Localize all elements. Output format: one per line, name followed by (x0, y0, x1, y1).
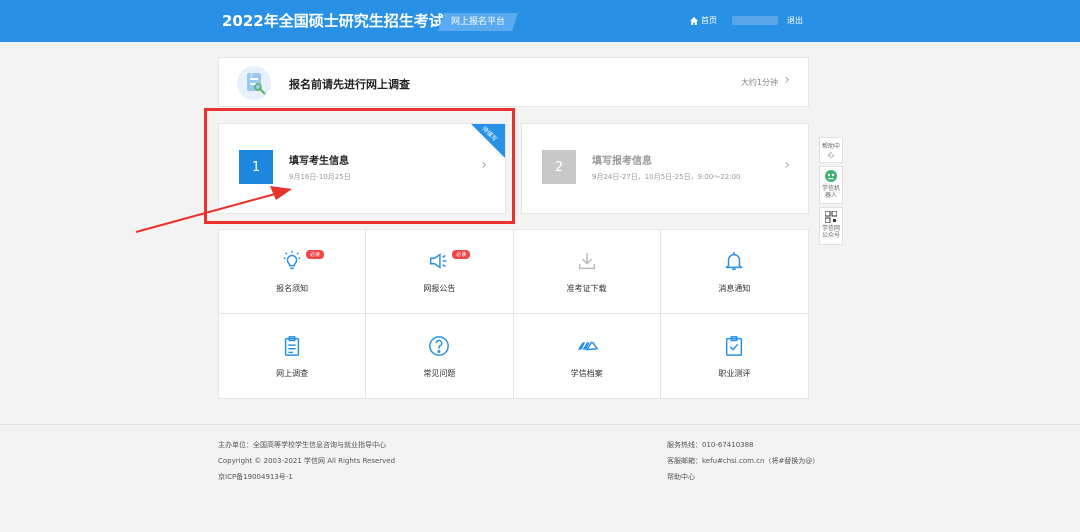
tile-online-survey[interactable]: 网上调查 (219, 314, 367, 398)
lightbulb-icon (280, 249, 304, 273)
tile-chsi-archive[interactable]: 学信档案 (514, 314, 661, 398)
side-qr-code[interactable]: 学信网公众号 (819, 207, 843, 245)
tile-label: 网上调查 (276, 368, 309, 378)
tile-label: 准考证下载 (566, 284, 607, 293)
tile-label: 职业测评 (718, 368, 751, 378)
footer-copyright: Copyright © 2003-2021 学信网 All Rights Res… (218, 457, 396, 465)
clipboard-icon (280, 334, 304, 358)
tile-online-announcement[interactable]: 必读 网报公告 (366, 230, 514, 314)
tile-label: 常见问题 (423, 368, 456, 378)
side-robot[interactable]: 学信机器人 (819, 166, 843, 204)
tile-label: 学信档案 (570, 368, 603, 378)
side-help-center[interactable]: 帮助中心 (819, 137, 843, 163)
check-clipboard-icon (722, 334, 746, 358)
qr-icon (824, 210, 838, 224)
footer-icp[interactable]: 京ICP备19004913号-1 (218, 472, 293, 482)
tile-label: 网报公告 (423, 284, 456, 293)
robot-icon (825, 170, 837, 182)
footer-divider (0, 424, 1080, 425)
bell-icon (722, 249, 746, 273)
tile-faq[interactable]: 常见问题 (366, 314, 514, 398)
megaphone-icon (427, 249, 451, 273)
side-robot-label: 学信机器人 (821, 185, 840, 199)
function-grid: 必读 报名须知 必读 网报公告 准考证下载 消息通知 网上调查 常见问题 学信档… (218, 229, 809, 399)
hand-icon (575, 334, 599, 358)
footer-sponsor: 主办单位：全国高等学校学生信息咨询与就业指导中心 (218, 441, 386, 449)
footer-help-link[interactable]: 帮助中心 (667, 472, 695, 482)
download-icon (575, 249, 599, 273)
must-read-badge: 必读 (306, 250, 325, 259)
tile-registration-notice[interactable]: 必读 报名须知 (219, 230, 367, 314)
tile-label: 消息通知 (718, 284, 751, 293)
side-help-label: 帮助中心 (821, 143, 840, 159)
tile-career-assessment[interactable]: 职业测评 (661, 314, 808, 398)
footer-hotline: 服务热线：010-67410388 (667, 441, 754, 449)
must-read-badge: 必读 (452, 250, 471, 259)
question-icon (427, 334, 451, 358)
footer-email: 客服邮箱：kefu#chsi.com.cn（将#替换为@） (667, 457, 820, 465)
side-qr-label: 学信网公众号 (821, 225, 840, 239)
tile-label: 报名须知 (276, 284, 309, 293)
tile-message-notifications[interactable]: 消息通知 (660, 230, 808, 314)
tile-admission-ticket-download[interactable]: 准考证下载 (513, 230, 661, 314)
